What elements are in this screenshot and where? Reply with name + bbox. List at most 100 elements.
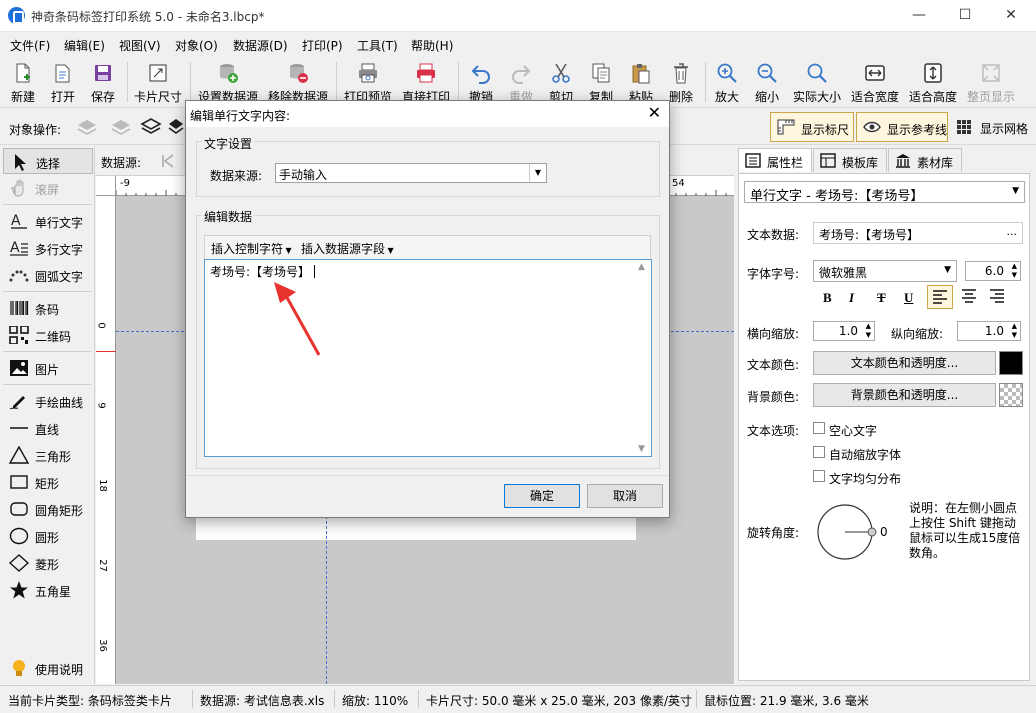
underline-button[interactable]: U bbox=[904, 290, 913, 306]
show-guides-toggle[interactable]: 显示参考线 bbox=[856, 112, 948, 142]
tool-rect[interactable]: 矩形 bbox=[3, 469, 93, 495]
fit-page-button[interactable]: 整页显示 bbox=[964, 58, 1018, 106]
menu-object[interactable]: 对象(O) bbox=[175, 37, 218, 54]
autoscale-checkbox[interactable] bbox=[813, 446, 825, 458]
tool-qrcode[interactable]: 二维码 bbox=[3, 322, 93, 348]
autoscale-label: 自动缩放字体 bbox=[829, 448, 902, 462]
tool-line[interactable]: 直线 bbox=[3, 415, 93, 441]
star-icon bbox=[10, 581, 28, 599]
tool-arc-text[interactable]: 圆弧文字 bbox=[3, 262, 93, 288]
menu-edit[interactable]: 编辑(E) bbox=[64, 37, 105, 54]
layer-down-icon[interactable] bbox=[110, 117, 132, 137]
hollow-text-checkbox[interactable] bbox=[813, 422, 825, 434]
set-datasource-button[interactable]: 设置数据源 bbox=[196, 58, 260, 106]
new-button[interactable]: 新建 bbox=[4, 58, 42, 106]
tool-circle[interactable]: 圆形 bbox=[3, 523, 93, 549]
direct-print-button[interactable]: 直接打印 bbox=[399, 58, 453, 106]
tool-image[interactable]: 图片 bbox=[3, 355, 93, 381]
maximize-button[interactable]: ☐ bbox=[942, 0, 988, 32]
tool-diamond[interactable]: 菱形 bbox=[3, 550, 93, 576]
layer-up-icon[interactable] bbox=[76, 117, 98, 137]
undo-button[interactable]: 撤销 bbox=[462, 58, 500, 106]
tool-freehand[interactable]: 手绘曲线 bbox=[3, 388, 93, 414]
close-window-button[interactable]: ✕ bbox=[988, 0, 1034, 32]
more-button[interactable]: ... bbox=[1007, 225, 1018, 238]
text-data-field[interactable]: 考场号:【考场号】 ... bbox=[813, 222, 1023, 244]
triangle-icon bbox=[9, 446, 29, 464]
tool-triangle[interactable]: 三角形 bbox=[3, 442, 93, 468]
zoom-in-button[interactable]: 放大 bbox=[708, 58, 746, 106]
tool-select[interactable]: 选择 bbox=[3, 148, 93, 174]
vertical-ruler[interactable]: 0 9 18 27 36 bbox=[96, 196, 116, 684]
strikethrough-button[interactable]: T bbox=[877, 290, 886, 306]
tool-help[interactable]: 使用说明 bbox=[3, 655, 93, 681]
bg-color-button[interactable]: 背景颜色和透明度... bbox=[813, 383, 996, 407]
dialog-close-icon[interactable]: ✕ bbox=[648, 103, 661, 122]
cancel-button[interactable]: 取消 bbox=[587, 484, 663, 508]
object-select-dropdown[interactable]: 单行文字 - 考场号:【考场号】 ▼ bbox=[744, 181, 1025, 204]
remove-datasource-button[interactable]: 移除数据源 bbox=[266, 58, 330, 106]
align-right-icon[interactable] bbox=[989, 289, 1005, 303]
scroll-down-icon[interactable]: ▼ bbox=[638, 444, 645, 454]
text-color-swatch[interactable] bbox=[999, 351, 1023, 375]
status-separator bbox=[334, 690, 335, 708]
menu-tools[interactable]: 工具(T) bbox=[357, 37, 398, 54]
stepper-arrows-icon[interactable]: ▲ ▼ bbox=[1012, 322, 1017, 340]
insert-control-char-menu[interactable]: 插入控制字符 ▼ bbox=[211, 240, 292, 257]
editor-scrollbar[interactable]: ▲ ▼ bbox=[634, 260, 651, 456]
delete-button[interactable]: 删除 bbox=[662, 58, 700, 106]
text-color-button[interactable]: 文本颜色和透明度... bbox=[813, 351, 996, 375]
rotation-dial[interactable] bbox=[815, 502, 881, 562]
menu-file[interactable]: 文件(F) bbox=[10, 37, 50, 54]
save-button[interactable]: 保存 bbox=[84, 58, 122, 106]
stepper-arrows-icon[interactable]: ▲ ▼ bbox=[1012, 262, 1017, 280]
copy-button[interactable]: 复制 bbox=[582, 58, 620, 106]
redo-button[interactable]: 重做 bbox=[502, 58, 540, 106]
tool-round-rect[interactable]: 圆角矩形 bbox=[3, 496, 93, 522]
tab-properties[interactable]: 属性栏 bbox=[738, 148, 812, 172]
fit-width-button[interactable]: 适合宽度 bbox=[848, 58, 902, 106]
fit-height-button[interactable]: 适合高度 bbox=[906, 58, 960, 106]
first-record-icon[interactable] bbox=[160, 153, 176, 169]
bg-color-swatch[interactable] bbox=[999, 383, 1023, 407]
tool-multi-text[interactable]: A 多行文字 bbox=[3, 235, 93, 261]
layer-bottom-icon[interactable] bbox=[168, 117, 184, 137]
paste-button[interactable]: 粘贴 bbox=[622, 58, 660, 106]
font-family-dropdown[interactable]: 微软雅黑 ▼ bbox=[813, 260, 957, 282]
font-size-stepper[interactable]: 6.0 ▲ ▼ bbox=[965, 261, 1021, 281]
tool-barcode[interactable]: 条码 bbox=[3, 295, 93, 321]
italic-button[interactable]: I bbox=[849, 290, 854, 306]
insert-datasource-field-menu[interactable]: 插入数据源字段 ▼ bbox=[301, 240, 394, 257]
menu-view[interactable]: 视图(V) bbox=[119, 37, 161, 54]
menu-bar: 文件(F) 编辑(E) 视图(V) 对象(O) 数据源(D) 打印(P) 工具(… bbox=[0, 33, 1036, 55]
tool-star[interactable]: 五角星 bbox=[3, 577, 93, 603]
bold-button[interactable]: B bbox=[823, 290, 832, 306]
even-distribute-checkbox[interactable] bbox=[813, 470, 825, 482]
vscale-stepper[interactable]: 1.0 ▲ ▼ bbox=[957, 321, 1021, 341]
tool-single-text[interactable]: A 单行文字 bbox=[3, 208, 93, 234]
cut-button[interactable]: 剪切 bbox=[542, 58, 580, 106]
scroll-up-icon[interactable]: ▲ bbox=[638, 262, 645, 272]
stepper-arrows-icon[interactable]: ▲ ▼ bbox=[866, 322, 871, 340]
menu-print[interactable]: 打印(P) bbox=[302, 37, 343, 54]
card-size-button[interactable]: 卡片尺寸 bbox=[132, 58, 184, 106]
ok-button[interactable]: 确定 bbox=[504, 484, 580, 508]
print-preview-button[interactable]: 打印预览 bbox=[341, 58, 395, 106]
tool-scroll[interactable]: 滚屏 bbox=[3, 175, 93, 201]
layer-top-icon[interactable] bbox=[140, 117, 162, 137]
align-center-icon[interactable] bbox=[961, 289, 977, 303]
open-button[interactable]: 打开 bbox=[44, 58, 82, 106]
menu-help[interactable]: 帮助(H) bbox=[411, 37, 453, 54]
tab-templates[interactable]: 模板库 bbox=[813, 148, 887, 172]
show-grid-toggle[interactable]: 显示网格 bbox=[950, 112, 1034, 142]
datasource-dropdown[interactable]: 手动输入 ▼ bbox=[275, 163, 547, 183]
scissors-icon bbox=[552, 63, 570, 83]
zoom-out-button[interactable]: 缩小 bbox=[748, 58, 786, 106]
align-left-button[interactable] bbox=[927, 285, 953, 309]
minimize-button[interactable]: — bbox=[896, 0, 942, 32]
tab-assets[interactable]: 素材库 bbox=[888, 148, 962, 172]
actual-size-button[interactable]: 实际大小 bbox=[790, 58, 844, 106]
show-ruler-toggle[interactable]: 显示标尺 bbox=[770, 112, 854, 142]
menu-datasource[interactable]: 数据源(D) bbox=[233, 37, 288, 54]
hscale-stepper[interactable]: 1.0 ▲ ▼ bbox=[813, 321, 875, 341]
